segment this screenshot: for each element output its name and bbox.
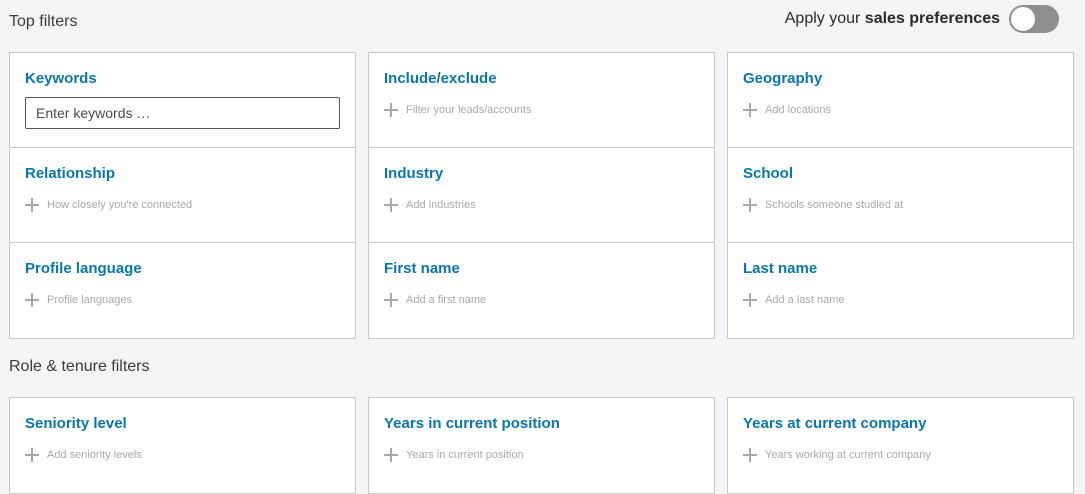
plus-icon bbox=[384, 448, 398, 462]
add-filter-row[interactable]: Schools someone studied at bbox=[743, 198, 1058, 212]
filter-title: School bbox=[743, 165, 794, 182]
role-tenure-filters-grid: Seniority level Add seniority levels Yea… bbox=[9, 397, 1074, 494]
plus-icon bbox=[25, 198, 39, 212]
add-filter-row[interactable]: Add industries bbox=[384, 198, 699, 212]
filter-hint: Profile languages bbox=[47, 294, 133, 306]
filter-title: Keywords bbox=[25, 70, 97, 87]
sales-preferences-label: Apply your sales preferences bbox=[785, 10, 1000, 28]
filter-last-name[interactable]: Last name Add a last name bbox=[728, 243, 1073, 338]
filter-title: Industry bbox=[384, 165, 444, 182]
sales-preferences-toggle[interactable] bbox=[1009, 5, 1059, 33]
plus-icon bbox=[25, 293, 39, 307]
add-filter-row[interactable]: Years in current position bbox=[384, 448, 699, 462]
filter-include-exclude[interactable]: Include/exclude Filter your leads/accoun… bbox=[369, 53, 714, 148]
filter-column-3: Years at current company Years working a… bbox=[727, 397, 1074, 494]
keywords-input[interactable] bbox=[25, 97, 340, 129]
plus-icon bbox=[384, 293, 398, 307]
add-filter-row[interactable]: Years working at current company bbox=[743, 448, 1058, 462]
filter-years-at-current-company[interactable]: Years at current company Years working a… bbox=[728, 398, 1073, 493]
filter-column-1: Keywords Relationship How closely you're… bbox=[9, 52, 356, 339]
role-tenure-filters-heading: Role & tenure filters bbox=[9, 358, 150, 375]
plus-icon bbox=[384, 103, 398, 117]
filter-title: Last name bbox=[743, 260, 818, 277]
filter-hint: Years working at current company bbox=[765, 449, 931, 461]
filter-column-2: Years in current position Years in curre… bbox=[368, 397, 715, 494]
filter-geography[interactable]: Geography Add locations bbox=[728, 53, 1073, 148]
filter-first-name[interactable]: First name Add a first name bbox=[369, 243, 714, 338]
filter-title: Include/exclude bbox=[384, 70, 497, 87]
plus-icon bbox=[384, 198, 398, 212]
filter-hint: Years in current position bbox=[406, 449, 524, 461]
add-filter-row[interactable]: Add a first name bbox=[384, 293, 699, 307]
add-filter-row[interactable]: Profile languages bbox=[25, 293, 340, 307]
filter-hint: How closely you're connected bbox=[47, 199, 193, 211]
filter-hint: Schools someone studied at bbox=[765, 199, 904, 211]
filter-title: Seniority level bbox=[25, 415, 127, 432]
add-filter-row[interactable]: Add seniority levels bbox=[25, 448, 340, 462]
sales-preferences: Apply your sales preferences bbox=[785, 5, 1059, 33]
filter-hint: Filter your leads/accounts bbox=[406, 104, 532, 116]
filter-column-1: Seniority level Add seniority levels bbox=[9, 397, 356, 494]
top-filters-heading: Top filters bbox=[9, 13, 78, 30]
filter-hint: Add locations bbox=[765, 104, 832, 116]
add-filter-row[interactable]: How closely you're connected bbox=[25, 198, 340, 212]
top-filters-grid: Keywords Relationship How closely you're… bbox=[9, 52, 1074, 339]
filter-column-3: Geography Add locations School Schools s… bbox=[727, 52, 1074, 339]
filter-title: Profile language bbox=[25, 260, 142, 277]
filter-title: Relationship bbox=[25, 165, 116, 182]
filter-title: Years in current position bbox=[384, 415, 560, 432]
filter-hint: Add a last name bbox=[765, 294, 845, 306]
add-filter-row[interactable]: Add a last name bbox=[743, 293, 1058, 307]
plus-icon bbox=[743, 448, 757, 462]
filter-column-2: Include/exclude Filter your leads/accoun… bbox=[368, 52, 715, 339]
plus-icon bbox=[743, 198, 757, 212]
filter-profile-language[interactable]: Profile language Profile languages bbox=[10, 243, 355, 338]
filter-title: Years at current company bbox=[743, 415, 927, 432]
add-filter-row[interactable]: Add locations bbox=[743, 103, 1058, 117]
plus-icon bbox=[743, 103, 757, 117]
filter-hint: Add seniority levels bbox=[47, 449, 142, 461]
filter-hint: Add industries bbox=[406, 199, 476, 211]
plus-icon bbox=[25, 448, 39, 462]
filter-keywords: Keywords bbox=[10, 53, 355, 148]
filter-title: Geography bbox=[743, 70, 823, 87]
preferences-bold-text: sales preferences bbox=[864, 10, 1000, 27]
add-filter-row[interactable]: Filter your leads/accounts bbox=[384, 103, 699, 117]
filter-seniority-level[interactable]: Seniority level Add seniority levels bbox=[10, 398, 355, 493]
filter-relationship[interactable]: Relationship How closely you're connecte… bbox=[10, 148, 355, 243]
filter-years-in-current-position[interactable]: Years in current position Years in curre… bbox=[369, 398, 714, 493]
filter-title: First name bbox=[384, 260, 460, 277]
filter-school[interactable]: School Schools someone studied at bbox=[728, 148, 1073, 243]
preferences-prefix: Apply your bbox=[784, 10, 861, 27]
filter-hint: Add a first name bbox=[406, 294, 487, 306]
plus-icon bbox=[743, 293, 757, 307]
filter-industry[interactable]: Industry Add industries bbox=[369, 148, 714, 243]
